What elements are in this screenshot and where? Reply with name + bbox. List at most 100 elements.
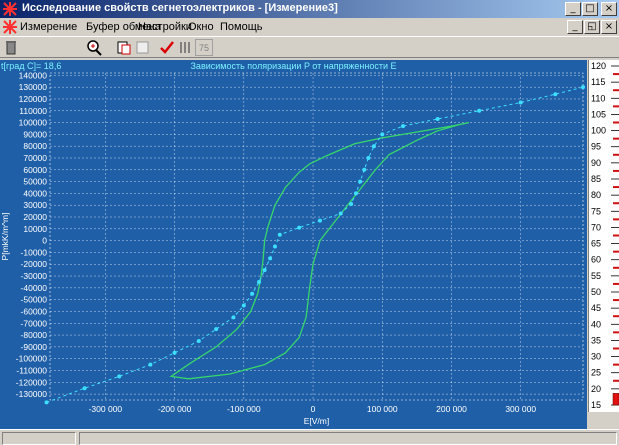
print-icon[interactable] xyxy=(134,39,152,56)
gauge-label: 90 xyxy=(591,158,601,168)
temperature-gauge: 120 115 110 105 100 95 90 85 80 75 70 65 60 55 50 45 40 3… xyxy=(588,60,619,412)
trace-point xyxy=(366,155,371,160)
copy-clipboard-icon[interactable] xyxy=(115,39,133,56)
gauge-label: 55 xyxy=(591,271,601,281)
trace-point xyxy=(196,338,201,343)
y-tick-label: -90000 xyxy=(21,342,48,352)
status-bar xyxy=(0,429,619,445)
y-tick-label: 40000 xyxy=(23,188,47,198)
trace-point xyxy=(241,303,246,308)
trace-point xyxy=(435,117,440,122)
menu-window[interactable]: Окно xyxy=(188,21,214,33)
gauge-level-bar xyxy=(612,393,619,406)
y-tick-label: -40000 xyxy=(21,283,48,293)
gauge-label: 80 xyxy=(591,190,601,200)
gauge-label: 45 xyxy=(591,303,601,313)
y-tick-label: -20000 xyxy=(21,259,48,269)
trace-point xyxy=(349,202,354,207)
y-tick-label: 130000 xyxy=(19,82,48,92)
trace-point xyxy=(268,256,273,261)
y-axis-label: P[mkK/m^m] xyxy=(0,213,10,261)
status-panel xyxy=(79,432,617,445)
checkmark-icon[interactable] xyxy=(158,39,176,56)
child-restore-button[interactable]: ◱ xyxy=(584,20,600,34)
gauge-label: 115 xyxy=(591,77,605,87)
trace-point xyxy=(148,362,153,367)
child-close-button[interactable]: × xyxy=(601,20,617,34)
y-tick-label: 10000 xyxy=(23,224,47,234)
x-tick-label: 200 000 xyxy=(436,404,467,414)
gauge-label: 25 xyxy=(591,368,601,378)
y-tick-label: -70000 xyxy=(21,318,48,328)
trace-point xyxy=(317,218,322,223)
title-bar: Исследование свойств сегнетоэлектриков -… xyxy=(0,0,619,18)
gauge-label: 70 xyxy=(591,222,601,232)
y-tick-label: 0 xyxy=(42,236,47,246)
y-tick-label: -130000 xyxy=(16,389,47,399)
x-axis-label: E[V/m] xyxy=(304,416,330,426)
gauge-label: 100 xyxy=(591,126,606,136)
y-tick-label: 120000 xyxy=(19,94,48,104)
x-tick-label: -200 000 xyxy=(158,404,192,414)
gauge-label: 15 xyxy=(591,400,601,410)
y-tick-label: -50000 xyxy=(21,295,48,305)
lines-icon[interactable] xyxy=(177,39,195,56)
trace-point xyxy=(262,268,267,273)
y-tick-label: 60000 xyxy=(23,165,47,175)
close-button[interactable]: × xyxy=(601,2,617,16)
counter-field: 75 xyxy=(195,39,213,56)
hysteresis-chart: 1400001300001200001100001000009000080000… xyxy=(0,70,585,426)
y-tick-label: 70000 xyxy=(23,153,47,163)
menu-measurement[interactable]: Измерение xyxy=(20,21,77,33)
trace-point xyxy=(371,144,376,149)
trash-icon[interactable] xyxy=(2,39,20,56)
menu-bar: Измерение Буфер обмена Настройки Окно По… xyxy=(0,18,619,36)
gauge-label: 110 xyxy=(591,93,605,103)
trace-point xyxy=(477,108,482,113)
menu-settings[interactable]: Настройки xyxy=(138,21,192,33)
gauge-label: 35 xyxy=(591,335,601,345)
x-tick-label: 100 000 xyxy=(367,404,398,414)
maximize-button[interactable]: □ xyxy=(582,2,598,16)
x-tick-label: -300 000 xyxy=(89,404,123,414)
menu-help[interactable]: Помощь xyxy=(220,21,263,33)
gauge-label: 20 xyxy=(591,384,601,394)
trace-point xyxy=(117,374,122,379)
y-tick-label: 100000 xyxy=(19,118,48,128)
trace-point xyxy=(277,232,282,237)
document-icon[interactable] xyxy=(2,19,18,35)
status-panel xyxy=(2,432,76,445)
y-tick-label: -110000 xyxy=(16,365,47,375)
trace-point xyxy=(380,132,385,137)
x-tick-label: 300 000 xyxy=(505,404,536,414)
app-icon xyxy=(3,2,17,16)
minimize-button[interactable]: _ xyxy=(565,2,581,16)
plot-area: 140000 130000 120000 110000 100000 90000 80000… xyxy=(0,60,587,429)
trace-point xyxy=(172,350,177,355)
trace-point xyxy=(250,291,255,296)
x-tick-label: 0 xyxy=(311,404,316,414)
y-tick-label: -120000 xyxy=(16,377,47,387)
toolbar: 75 xyxy=(0,36,619,58)
trace-point xyxy=(353,191,358,196)
trace-point xyxy=(257,279,262,284)
gauge-label: 105 xyxy=(591,109,606,119)
child-minimize-button[interactable]: _ xyxy=(567,20,583,34)
chart-title: Зависимость поляризации P от напряженнос… xyxy=(190,61,397,71)
trace-point xyxy=(518,100,523,105)
gauge-label: 120 xyxy=(591,61,606,71)
trace-point xyxy=(401,124,406,129)
gauge-label: 95 xyxy=(591,142,601,152)
gauge-label: 65 xyxy=(591,239,601,249)
trace-point xyxy=(82,386,87,391)
y-tick-label: 140000 xyxy=(19,70,48,80)
gauge-label: 85 xyxy=(591,174,601,184)
magnifier-icon[interactable] xyxy=(85,39,103,56)
y-tick-label: -10000 xyxy=(21,247,48,257)
trace-point xyxy=(214,327,219,332)
y-tick-label: 50000 xyxy=(23,177,47,187)
trace-point xyxy=(231,315,236,320)
y-tick-label: 110000 xyxy=(19,106,47,116)
y-tick-label: -80000 xyxy=(21,330,48,340)
y-tick-label: 30000 xyxy=(23,200,47,210)
